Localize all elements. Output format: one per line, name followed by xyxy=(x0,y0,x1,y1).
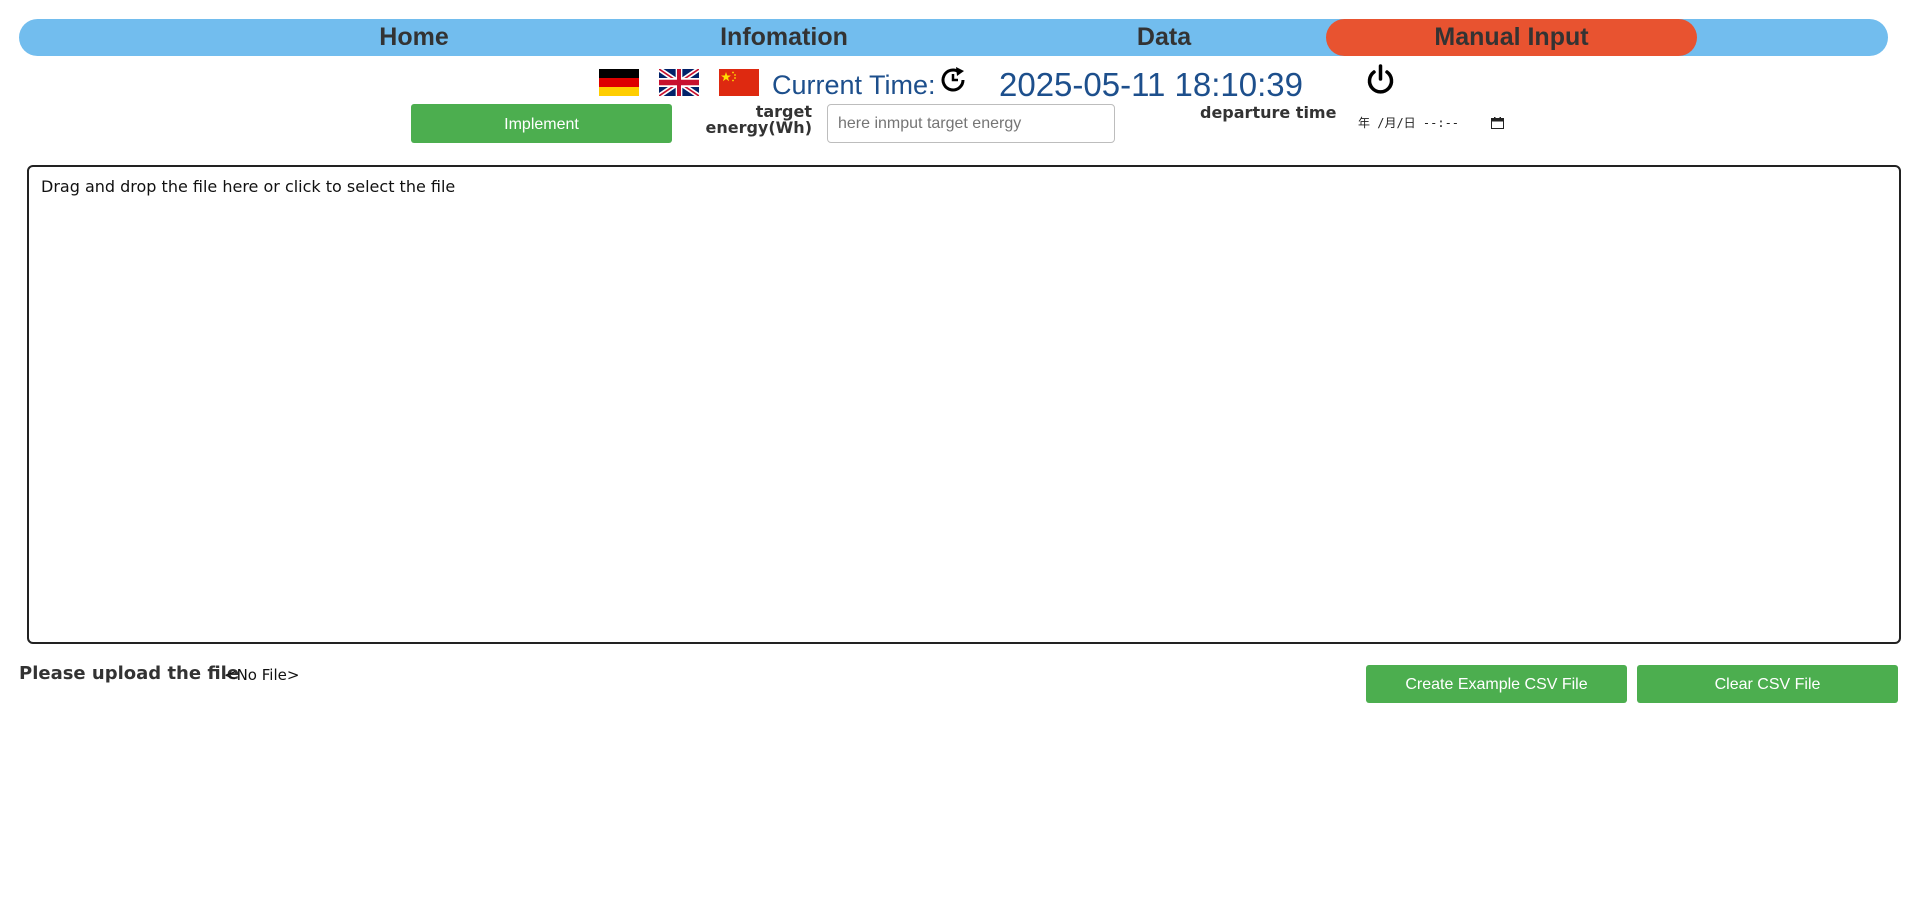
current-time-value: 2025-05-11 18:10:39 xyxy=(999,66,1303,103)
nav-home-tab[interactable]: Home xyxy=(319,19,509,56)
departure-time-input[interactable]: 年 /月/日 --:-- xyxy=(1358,112,1508,134)
refresh-time-icon[interactable] xyxy=(938,65,968,95)
nav-information-tab[interactable]: Infomation xyxy=(669,19,899,56)
departure-time-label: departure time xyxy=(1200,103,1337,122)
clear-csv-button[interactable]: Clear CSV File xyxy=(1637,665,1898,703)
nav-manual-input-tab[interactable]: Manual Input xyxy=(1326,19,1697,56)
current-time-label: Current Time: xyxy=(772,70,936,100)
german-flag-icon[interactable] xyxy=(599,69,639,96)
drop-zone-instructions: Drag and drop the file here or click to … xyxy=(41,177,456,196)
china-flag-icon[interactable] xyxy=(719,69,759,96)
top-navigation-bar: Home Infomation Data Manual Input xyxy=(19,19,1888,56)
file-drop-zone[interactable]: Drag and drop the file here or click to … xyxy=(27,165,1901,644)
nav-data-tab[interactable]: Data xyxy=(1069,19,1259,56)
create-example-csv-button[interactable]: Create Example CSV File xyxy=(1366,665,1627,703)
uk-flag-icon[interactable] xyxy=(659,69,699,96)
file-status: <No File> xyxy=(224,666,300,684)
target-energy-label: target energy(Wh) xyxy=(705,102,812,137)
power-icon[interactable] xyxy=(1365,64,1396,97)
target-energy-input[interactable] xyxy=(827,104,1115,143)
implement-button[interactable]: Implement xyxy=(411,104,672,143)
upload-file-label: Please upload the file xyxy=(19,663,240,684)
calendar-icon[interactable] xyxy=(1491,117,1504,129)
